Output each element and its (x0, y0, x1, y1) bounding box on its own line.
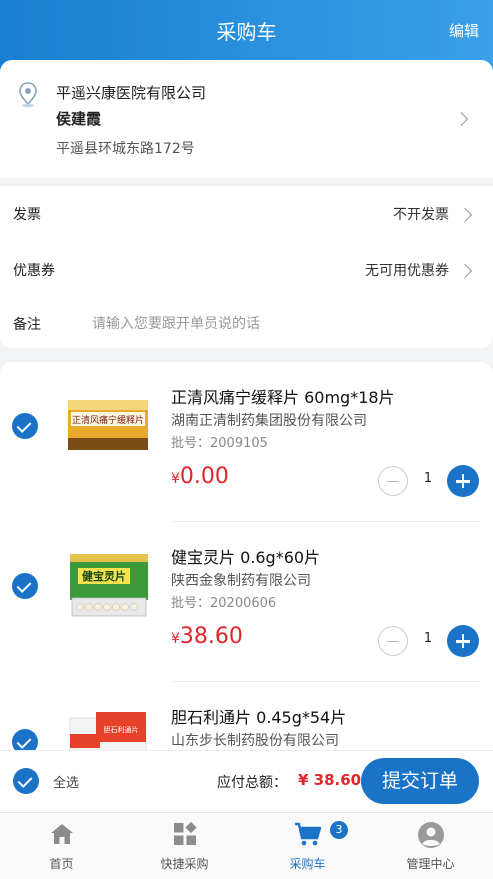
quantity-value[interactable]: 1 (420, 471, 436, 486)
tab-home[interactable]: 首页 (0, 813, 123, 879)
user-icon (418, 822, 444, 848)
checkout-bar: 全选 应付总额： ¥ 38.60 提交订单 (0, 750, 493, 812)
address-company: 平遥兴康医院有限公司 (56, 84, 207, 102)
quantity-value[interactable]: 1 (420, 631, 436, 646)
price-amount: 0.00 (179, 464, 229, 489)
order-options-card: 发票 不开发票 优惠券 无可用优惠券 备注 (0, 186, 493, 348)
product-batch: 批号：2009105 (171, 436, 268, 451)
home-icon (51, 824, 73, 844)
product-image: 正清风痛宁缓释片 (68, 400, 148, 450)
product-price: ¥0.00 (171, 464, 229, 489)
tab-label: 快捷采购 (160, 857, 209, 871)
tab-quick-purchase[interactable]: 快捷采购 (123, 813, 246, 879)
decrease-qty-button[interactable] (378, 466, 408, 496)
remark-input[interactable] (92, 312, 472, 336)
edit-button[interactable]: 编辑 (449, 20, 479, 41)
divider (171, 681, 480, 682)
page-title: 采购车 (216, 20, 277, 44)
product-image: 健宝灵片 (70, 554, 148, 617)
chevron-right-icon (457, 207, 473, 223)
tab-bar: 首页 快捷采购 3 采购车 管理中心 (0, 812, 493, 879)
list-item: 正清风痛宁缓释片 正清风痛宁缓释片 60mg*18片 湖南正清制药集团股份有限公… (0, 384, 493, 544)
item-checkbox[interactable] (12, 413, 38, 439)
chevron-right-icon (453, 111, 469, 127)
decrease-qty-button[interactable] (378, 626, 408, 656)
submit-order-button[interactable]: 提交订单 (361, 758, 479, 804)
coupon-label: 优惠券 (13, 263, 55, 279)
price-currency: ¥ (171, 471, 180, 487)
cart-badge: 3 (330, 821, 348, 839)
product-manufacturer: 湖南正清制药集团股份有限公司 (171, 413, 367, 429)
total-value: ¥ 38.60 (298, 771, 362, 789)
tab-label: 首页 (49, 857, 74, 871)
product-name[interactable]: 正清风痛宁缓释片 60mg*18片 (171, 384, 395, 408)
product-price: ¥38.60 (171, 624, 243, 649)
coupon-value: 无可用优惠券 (365, 263, 449, 279)
increase-qty-button[interactable] (447, 625, 479, 657)
price-amount: 38.60 (179, 624, 243, 649)
product-manufacturer: 山东步长制药股份有限公司 (171, 733, 339, 749)
cart-icon (295, 822, 322, 846)
divider (171, 521, 480, 522)
product-list: 正清风痛宁缓释片 正清风痛宁缓释片 60mg*18片 湖南正清制药集团股份有限公… (0, 362, 493, 762)
product-manufacturer: 陕西金象制药有限公司 (171, 573, 311, 589)
item-checkbox[interactable] (12, 573, 38, 599)
grid-icon (174, 821, 197, 845)
total-label: 应付总额： (217, 775, 287, 791)
tab-label: 管理中心 (406, 857, 455, 871)
chevron-right-icon (457, 263, 473, 279)
product-batch: 批号：20200606 (171, 596, 277, 611)
invoice-value: 不开发票 (393, 207, 449, 223)
invoice-label: 发票 (13, 207, 41, 223)
select-all-checkbox[interactable] (13, 768, 39, 794)
address-street: 平遥县环城东路172号 (56, 141, 195, 157)
address-contact: 侯建霞 (56, 110, 102, 128)
product-box-text: 胆石利通片 (104, 725, 139, 734)
address-card[interactable]: 平遥兴康医院有限公司 侯建霞 平遥县环城东路172号 (0, 60, 493, 178)
increase-qty-button[interactable] (447, 465, 479, 497)
product-name[interactable]: 健宝灵片 0.6g*60片 (171, 544, 320, 568)
price-currency: ¥ (171, 631, 180, 647)
invoice-row[interactable]: 发票 不开发票 (0, 194, 493, 234)
tab-management[interactable]: 管理中心 (369, 813, 492, 879)
product-box-text: 健宝灵片 (82, 569, 126, 583)
select-all-label[interactable]: 全选 (53, 772, 79, 791)
coupon-row[interactable]: 优惠券 无可用优惠券 (0, 250, 493, 290)
location-pin-icon (19, 82, 37, 108)
product-box-text: 正清风痛宁缓释片 (72, 414, 144, 426)
tab-cart[interactable]: 3 采购车 (246, 813, 369, 879)
remark-label: 备注 (13, 317, 41, 333)
tab-label: 采购车 (289, 857, 326, 871)
remark-row: 备注 (0, 304, 493, 344)
product-name[interactable]: 胆石利通片 0.45g*54片 (171, 704, 346, 728)
list-item: 健宝灵片 健宝灵片 0.6g*60片 陕西金象制药有限公司 批号：2020060… (0, 544, 493, 704)
